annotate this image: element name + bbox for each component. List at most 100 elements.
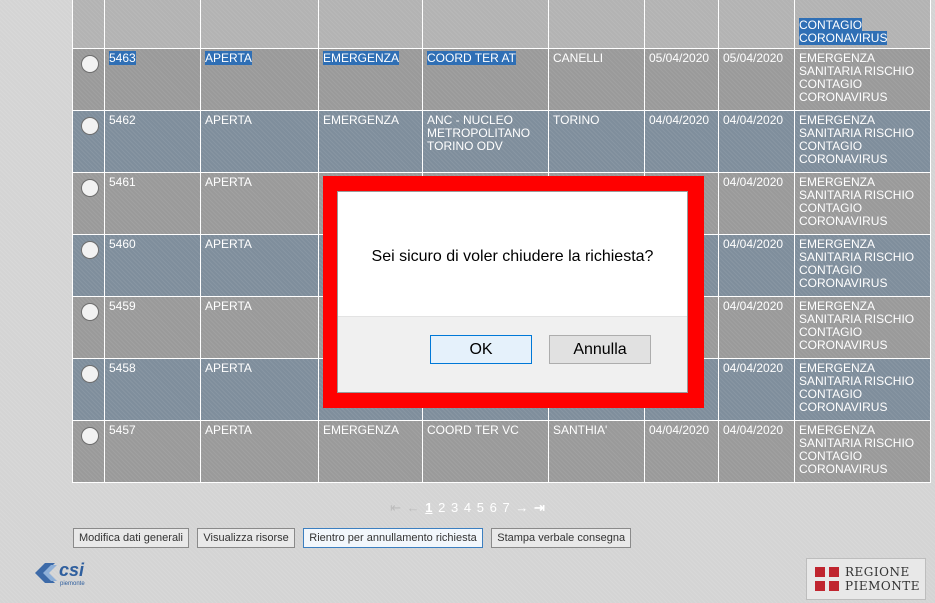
stampa-verbale-button[interactable]: Stampa verbale consegna bbox=[491, 528, 632, 548]
cell-text: COORD TER AT bbox=[427, 51, 516, 65]
cell-id: 5461 bbox=[104, 172, 201, 235]
cell-id: 5458 bbox=[104, 358, 201, 421]
page-link-4[interactable]: 4 bbox=[464, 500, 471, 515]
cell-text: CONTAGIO bbox=[799, 449, 863, 463]
row-select-radio[interactable] bbox=[81, 365, 99, 383]
table-row[interactable]: 5462 APERTA EMERGENZA ANC - NUCLEO METRO… bbox=[72, 110, 931, 173]
cell-text: CONTAGIO bbox=[799, 263, 863, 277]
cell-text: SANITARIA RISCHIO bbox=[799, 374, 915, 388]
row-select-radio[interactable] bbox=[81, 55, 99, 73]
cell-data-richiesta: 05/04/2020 bbox=[718, 48, 795, 111]
cell-tipo: EMERGENZA bbox=[318, 110, 423, 173]
cell-descrizione: CONTAGIO CORONAVIRUS bbox=[794, 0, 931, 49]
page-link-2[interactable]: 2 bbox=[438, 500, 445, 515]
cell-data-apertura: 04/04/2020 bbox=[644, 420, 719, 483]
cell-comune: SANTHIA' bbox=[548, 420, 645, 483]
regione-piemonte-logo: REGIONE PIEMONTE bbox=[806, 558, 926, 600]
csi-logo-text: csi bbox=[59, 560, 85, 580]
pagination: ⇤ ← 1 2 3 4 5 6 7 → ⇥ bbox=[0, 500, 935, 516]
cell-text: CORONAVIRUS bbox=[799, 152, 888, 166]
cell-ente: COORD TER VC bbox=[422, 420, 549, 483]
cell-id: 5457 bbox=[104, 420, 201, 483]
row-select-radio[interactable] bbox=[81, 179, 99, 197]
cell-text: EMERGENZA bbox=[799, 113, 876, 127]
rientro-annullamento-button[interactable]: Rientro per annullamento richiesta bbox=[303, 528, 483, 548]
cell-text: SANITARIA RISCHIO bbox=[799, 188, 915, 202]
confirm-dialog: Sei sicuro di voler chiudere la richiest… bbox=[337, 191, 688, 393]
cell-stato: APERTA bbox=[200, 48, 319, 111]
cell-data-richiesta: 04/04/2020 bbox=[718, 110, 795, 173]
cell-text: EMERGENZA bbox=[799, 237, 876, 251]
table-row[interactable]: 5457 APERTA EMERGENZA COORD TER VC SANTH… bbox=[72, 420, 931, 483]
cell-descrizione: EMERGENZA SANITARIA RISCHIO CONTAGIO COR… bbox=[794, 110, 931, 173]
csi-logo: csi piemonte bbox=[33, 556, 103, 590]
cell-comune: TORINO bbox=[548, 110, 645, 173]
cell-text: CORONAVIRUS bbox=[799, 214, 888, 228]
cell-text: CORONAVIRUS bbox=[799, 90, 888, 104]
cell-data-apertura: 05/04/2020 bbox=[644, 48, 719, 111]
action-buttons: Modifica dati generali Visualizza risors… bbox=[73, 528, 635, 548]
next-page-icon[interactable]: → bbox=[515, 500, 528, 515]
cell-text: SANITARIA RISCHIO bbox=[799, 250, 915, 264]
cell-text: CORONAVIRUS bbox=[799, 31, 888, 45]
cell-text: EMERGENZA bbox=[799, 175, 876, 189]
dialog-message: Sei sicuro di voler chiudere la richiest… bbox=[371, 248, 654, 265]
cell-text: EMERGENZA bbox=[799, 51, 876, 65]
cell-descrizione: EMERGENZA SANITARIA RISCHIO CONTAGIO COR… bbox=[794, 48, 931, 111]
csi-logo-icon: csi piemonte bbox=[35, 560, 85, 587]
cell-text: SANITARIA RISCHIO bbox=[799, 64, 915, 78]
cell-text: CORONAVIRUS bbox=[799, 400, 888, 414]
cell-id: 5459 bbox=[104, 296, 201, 359]
cell-id: 5460 bbox=[104, 234, 201, 297]
cell-stato: APERTA bbox=[200, 110, 319, 173]
cancel-button[interactable]: Annulla bbox=[549, 335, 651, 364]
modifica-dati-generali-button[interactable]: Modifica dati generali bbox=[73, 528, 189, 548]
regione-line2: PIEMONTE bbox=[845, 579, 920, 593]
cell-descrizione: EMERGENZA SANITARIA RISCHIO CONTAGIO COR… bbox=[794, 234, 931, 297]
cell-stato: APERTA bbox=[200, 420, 319, 483]
row-select-radio[interactable] bbox=[81, 427, 99, 445]
table-row[interactable]: 5463 APERTA EMERGENZA COORD TER AT CANEL… bbox=[72, 48, 931, 111]
row-select-radio[interactable] bbox=[81, 241, 99, 259]
cell-text: CORONAVIRUS bbox=[799, 338, 888, 352]
cell-stato: APERTA bbox=[200, 234, 319, 297]
cell-text: SANITARIA RISCHIO bbox=[799, 126, 915, 140]
piemonte-flag-icon bbox=[815, 567, 839, 591]
cell-text: CORONAVIRUS bbox=[799, 462, 888, 476]
page-link-5[interactable]: 5 bbox=[477, 500, 484, 515]
cell-text: CONTAGIO bbox=[799, 387, 863, 401]
dialog-footer: OK Annulla bbox=[338, 316, 687, 392]
row-select-radio[interactable] bbox=[81, 303, 99, 321]
page-link-7[interactable]: 7 bbox=[502, 500, 509, 515]
cell-ente: COORD TER AT bbox=[422, 48, 549, 111]
visualizza-risorse-button[interactable]: Visualizza risorse bbox=[197, 528, 295, 548]
cell-text: APERTA bbox=[205, 51, 252, 65]
cell-text: EMERGENZA bbox=[799, 423, 876, 437]
cell-text: EMERGENZA bbox=[799, 299, 876, 313]
cell-data-apertura: 04/04/2020 bbox=[644, 110, 719, 173]
table-row[interactable]: CONTAGIO CORONAVIRUS bbox=[72, 0, 931, 49]
cell-text: CONTAGIO bbox=[799, 18, 863, 32]
cell-tipo: EMERGENZA bbox=[318, 420, 423, 483]
cell-text: EMERGENZA bbox=[799, 361, 876, 375]
cell-descrizione: EMERGENZA SANITARIA RISCHIO CONTAGIO COR… bbox=[794, 420, 931, 483]
cell-text: SANITARIA RISCHIO bbox=[799, 436, 915, 450]
cell-text: EMERGENZA bbox=[323, 51, 400, 65]
cell-ente: ANC - NUCLEO METROPOLITANO TORINO ODV bbox=[422, 110, 549, 173]
first-page-icon: ⇤ bbox=[390, 500, 402, 515]
page-link-1[interactable]: 1 bbox=[425, 500, 432, 515]
cell-descrizione: EMERGENZA SANITARIA RISCHIO CONTAGIO COR… bbox=[794, 172, 931, 235]
page-link-3[interactable]: 3 bbox=[451, 500, 458, 515]
csi-logo-sub: piemonte bbox=[60, 581, 85, 587]
prev-page-icon: ← bbox=[406, 500, 420, 515]
cell-stato: APERTA bbox=[200, 296, 319, 359]
cell-id: 5462 bbox=[104, 110, 201, 173]
row-select-radio[interactable] bbox=[81, 117, 99, 135]
cell-text: CONTAGIO bbox=[799, 201, 863, 215]
last-page-icon[interactable]: ⇥ bbox=[534, 500, 545, 515]
page-link-6[interactable]: 6 bbox=[490, 500, 497, 515]
cell-text: 5463 bbox=[109, 51, 136, 65]
cell-text: CONTAGIO bbox=[799, 77, 863, 91]
cell-data-richiesta: 04/04/2020 bbox=[718, 358, 795, 421]
ok-button[interactable]: OK bbox=[430, 335, 532, 364]
